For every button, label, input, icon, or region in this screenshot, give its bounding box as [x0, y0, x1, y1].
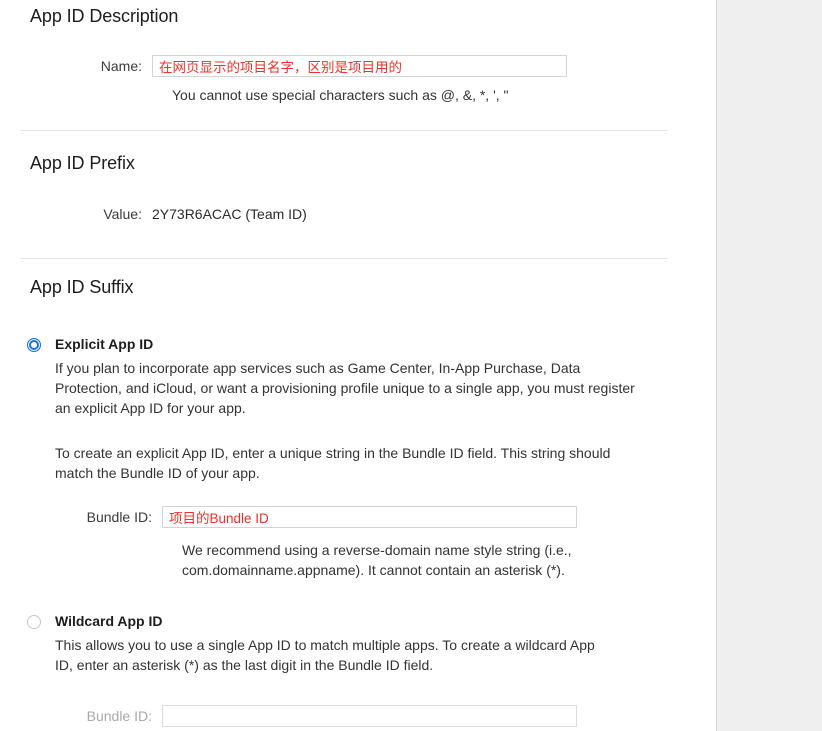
- wildcard-app-id-option[interactable]: Wildcard App ID This allows you to use a…: [0, 612, 700, 675]
- app-id-description-heading: App ID Description: [30, 6, 179, 26]
- content-column: App ID Description Name: You cannot use …: [0, 0, 714, 731]
- divider-after-prefix: [20, 258, 668, 259]
- name-label: Name:: [100, 58, 142, 74]
- wildcard-app-id-paragraph-1: This allows you to use a single App ID t…: [55, 637, 595, 673]
- explicit-app-id-paragraph-1: If you plan to incorporate app services …: [55, 360, 635, 416]
- explicit-app-id-radio[interactable]: [27, 338, 41, 352]
- explicit-app-id-title: Explicit App ID: [55, 336, 154, 352]
- divider-after-description: [20, 130, 668, 131]
- wildcard-bundle-id-input[interactable]: [162, 705, 577, 727]
- name-input[interactable]: [152, 55, 567, 77]
- app-id-suffix-heading: App ID Suffix: [30, 277, 134, 297]
- prefix-value-text: 2Y73R6ACAC (Team ID): [152, 206, 307, 222]
- right-side-panel: [716, 0, 822, 731]
- explicit-app-id-paragraph-2: To create an explicit App ID, enter a un…: [55, 445, 611, 481]
- wildcard-app-id-title: Wildcard App ID: [55, 613, 163, 629]
- wildcard-bundle-id-row: Bundle ID:: [0, 705, 577, 727]
- explicit-bundle-id-row: Bundle ID:: [0, 506, 577, 528]
- explicit-app-id-option[interactable]: Explicit App ID If you plan to incorpora…: [0, 335, 700, 418]
- prefix-value-row: Value: 2Y73R6ACAC (Team ID): [0, 203, 307, 225]
- explicit-bundle-id-input[interactable]: [162, 506, 577, 528]
- app-id-registration-page: App ID Description Name: You cannot use …: [0, 0, 822, 731]
- prefix-value-label: Value:: [103, 206, 142, 222]
- app-id-prefix-heading: App ID Prefix: [30, 153, 135, 173]
- explicit-bundle-id-hint: We recommend using a reverse-domain name…: [182, 542, 572, 578]
- name-field-row: Name:: [0, 55, 567, 77]
- explicit-bundle-id-label: Bundle ID:: [86, 509, 152, 525]
- wildcard-app-id-radio[interactable]: [27, 615, 41, 629]
- wildcard-bundle-id-label: Bundle ID:: [86, 708, 152, 724]
- name-hint-text: You cannot use special characters such a…: [172, 87, 509, 103]
